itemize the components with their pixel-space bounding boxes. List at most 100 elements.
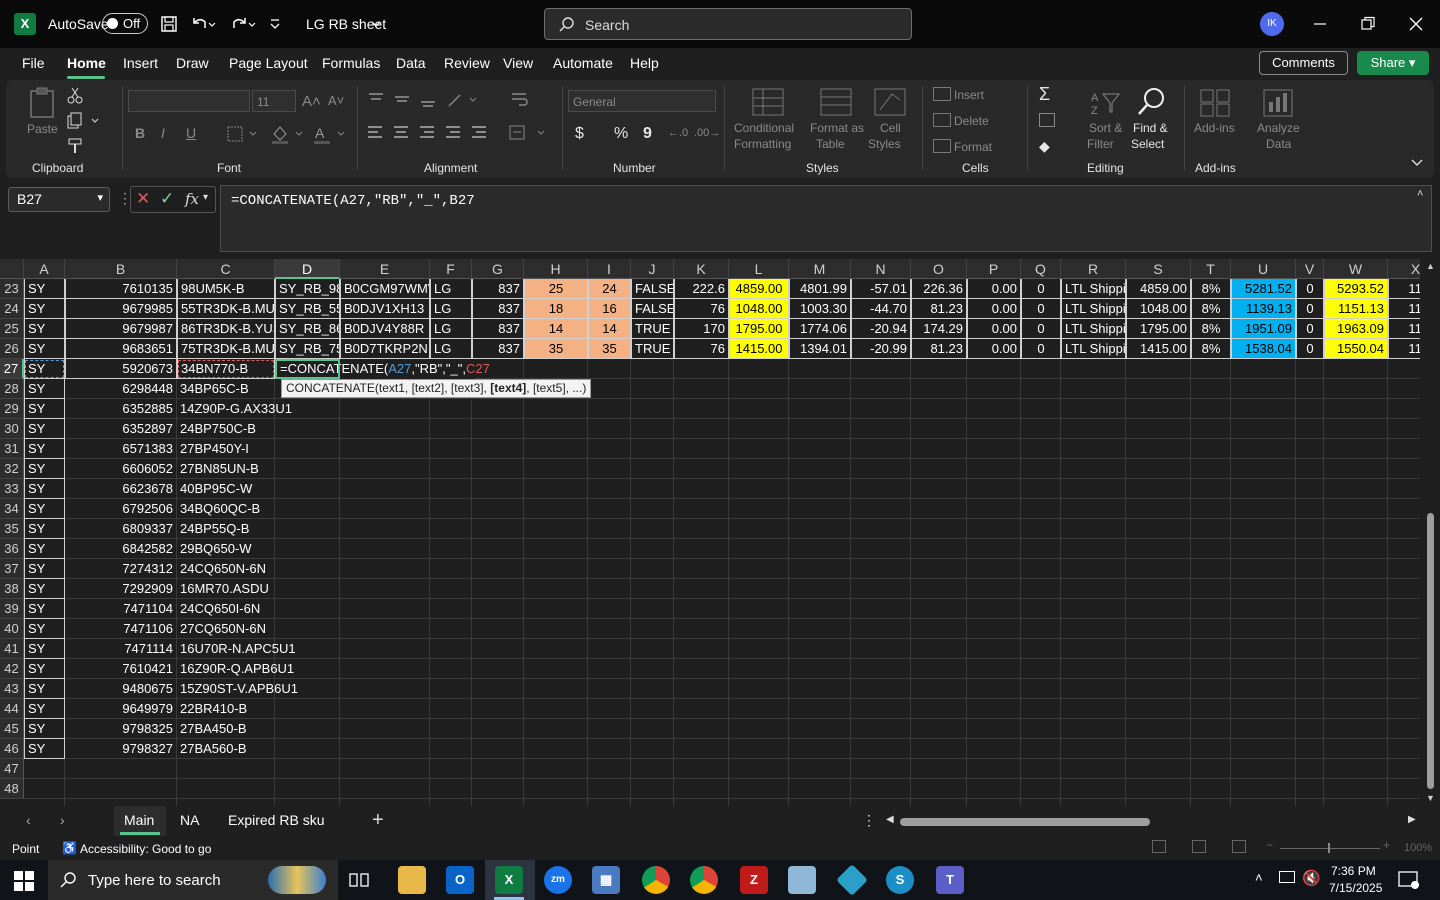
cell-c27[interactable]: 34BN770-B (177, 359, 275, 379)
cell-o26[interactable]: 81.23 (911, 339, 967, 359)
cell-c37[interactable]: 24CQ650N-6N (177, 559, 275, 579)
cell-c24[interactable]: 55TR3DK-B.MUS (177, 299, 275, 319)
vertical-scrollbar[interactable]: ▲ ▼ (1421, 259, 1440, 806)
remote-desktop-icon[interactable] (788, 866, 816, 894)
percent-format-button[interactable]: % (614, 125, 628, 143)
cell-x24[interactable]: 11.04 (1388, 299, 1420, 319)
cell-t26[interactable]: 8% (1191, 339, 1231, 359)
worksheet-grid[interactable]: A B C D E F G H I J K L M N O P Q R S T U V W X 23 SY 7610135 98UM5… (0, 259, 1420, 806)
cell-v23[interactable]: 0 (1296, 279, 1324, 299)
clear-icon[interactable]: ◆ (1039, 138, 1050, 155)
row-header[interactable]: 33 (0, 479, 24, 499)
cell-h24[interactable]: 18 (524, 299, 588, 319)
scroll-left-icon[interactable]: ◀ (886, 814, 894, 825)
cell-a44[interactable]: SY (24, 699, 65, 719)
column-header-i[interactable]: I (588, 259, 631, 279)
cell-c35[interactable]: 24BP55Q-B (177, 519, 275, 539)
cell-b40[interactable]: 7471106 (65, 619, 177, 639)
cell-f26[interactable]: LG (430, 339, 472, 359)
cell-u23[interactable]: 5281.52 (1231, 279, 1296, 299)
prev-sheet-icon[interactable]: ‹ (26, 812, 31, 828)
cell-v25[interactable]: 0 (1296, 319, 1324, 339)
cell-b44[interactable]: 9649979 (65, 699, 177, 719)
cell-d23[interactable]: SY_RB_98U (275, 279, 340, 299)
cell-p23[interactable]: 0.00 (967, 279, 1021, 299)
cell-u24[interactable]: 1139.13 (1231, 299, 1296, 319)
cell-u25[interactable]: 1951.09 (1231, 319, 1296, 339)
cell-b45[interactable]: 9798325 (65, 719, 177, 739)
bold-button[interactable]: B (135, 125, 145, 141)
cell-k23[interactable]: 222.6 (674, 279, 729, 299)
analyze-data-icon[interactable] (1262, 88, 1294, 118)
cell-b38[interactable]: 7292909 (65, 579, 177, 599)
network-icon[interactable] (1279, 871, 1295, 883)
accessibility-status[interactable]: Accessibility: Good to go (80, 842, 211, 856)
cell-o23[interactable]: 226.36 (911, 279, 967, 299)
page-layout-view-icon[interactable] (1192, 840, 1206, 853)
cell-s24[interactable]: 1048.00 (1126, 299, 1191, 319)
filezilla-icon[interactable]: Z (740, 866, 768, 894)
cell-c42[interactable]: 16Z90R-Q.APB6U1 (177, 659, 294, 679)
chevron-down-icon[interactable]: ▾ (203, 192, 208, 203)
cell-g26[interactable]: 837 (472, 339, 524, 359)
column-header-h[interactable]: H (524, 259, 588, 279)
user-avatar[interactable]: IK (1260, 12, 1284, 36)
cell-p25[interactable]: 0.00 (967, 319, 1021, 339)
insert-cells-button[interactable]: Insert (954, 88, 984, 102)
cell-d24[interactable]: SY_RB_55T (275, 299, 340, 319)
next-sheet-icon[interactable]: › (60, 812, 65, 828)
format-as-table-icon[interactable] (820, 88, 852, 118)
cell-f25[interactable]: LG (430, 319, 472, 339)
cell-s23[interactable]: 4859.00 (1126, 279, 1191, 299)
cell-a43[interactable]: SY (24, 679, 65, 699)
windows-start-icon[interactable] (14, 871, 34, 891)
row-header[interactable]: 35 (0, 519, 24, 539)
cell-c44[interactable]: 22BR410-B (177, 699, 275, 719)
cell-b31[interactable]: 6571383 (65, 439, 177, 459)
cell-n26[interactable]: -20.99 (851, 339, 911, 359)
cell-m24[interactable]: 1003.30 (789, 299, 851, 319)
collapse-formula-bar-icon[interactable]: ˄ (1417, 188, 1423, 200)
cell-c31[interactable]: 27BP450Y-I (177, 439, 275, 459)
cell-c36[interactable]: 29BQ650-W (177, 539, 275, 559)
fill-color-icon[interactable] (270, 124, 306, 144)
comma-format-button[interactable]: 9 (643, 125, 652, 143)
cell-c43[interactable]: 15Z90ST-V.APB6U1 (177, 679, 298, 699)
cell-v26[interactable]: 0 (1296, 339, 1324, 359)
row-header[interactable]: 28 (0, 379, 24, 399)
cell-b30[interactable]: 6352897 (65, 419, 177, 439)
cell-t25[interactable]: 8% (1191, 319, 1231, 339)
cell-i26[interactable]: 35 (588, 339, 631, 359)
menu-data[interactable]: Data (396, 55, 426, 71)
paste-icon[interactable] (26, 87, 60, 121)
column-header-p[interactable]: P (967, 259, 1021, 279)
scroll-right-icon[interactable]: ▶ (1408, 814, 1416, 825)
vertical-align-icons[interactable] (366, 90, 440, 110)
column-header-a[interactable]: A (24, 259, 65, 279)
cell-d26[interactable]: SY_RB_75T (275, 339, 340, 359)
teams-icon[interactable]: T (936, 866, 964, 894)
cell-m25[interactable]: 1774.06 (789, 319, 851, 339)
cell-e25[interactable]: B0DJV4Y88R (340, 319, 430, 339)
excel-icon[interactable]: X (495, 866, 523, 894)
name-box[interactable]: B27 ▾ (8, 187, 110, 212)
cell-n25[interactable]: -20.94 (851, 319, 911, 339)
cell-s25[interactable]: 1795.00 (1126, 319, 1191, 339)
more-options-icon[interactable]: ⋮ (862, 812, 876, 829)
menu-draw[interactable]: Draw (176, 55, 209, 71)
row-header[interactable]: 24 (0, 299, 24, 319)
column-header-f[interactable]: F (430, 259, 472, 279)
active-cell-d27[interactable]: =CONCATENATE(A27,"RB","_",C27 (275, 359, 490, 379)
cell-b36[interactable]: 6842582 (65, 539, 177, 559)
cell-b32[interactable]: 6606052 (65, 459, 177, 479)
cell-b23[interactable]: 7610135 (65, 279, 177, 299)
chevron-up-icon[interactable]: ˄ (1255, 870, 1263, 885)
cell-k26[interactable]: 76 (674, 339, 729, 359)
cell-l24[interactable]: 1048.00 (729, 299, 789, 319)
copy-icon[interactable] (66, 112, 100, 130)
sheet-tab-main[interactable]: Main (124, 812, 154, 828)
row-header[interactable]: 30 (0, 419, 24, 439)
cell-v24[interactable]: 0 (1296, 299, 1324, 319)
row-header[interactable]: 40 (0, 619, 24, 639)
cell-l26[interactable]: 1415.00 (729, 339, 789, 359)
